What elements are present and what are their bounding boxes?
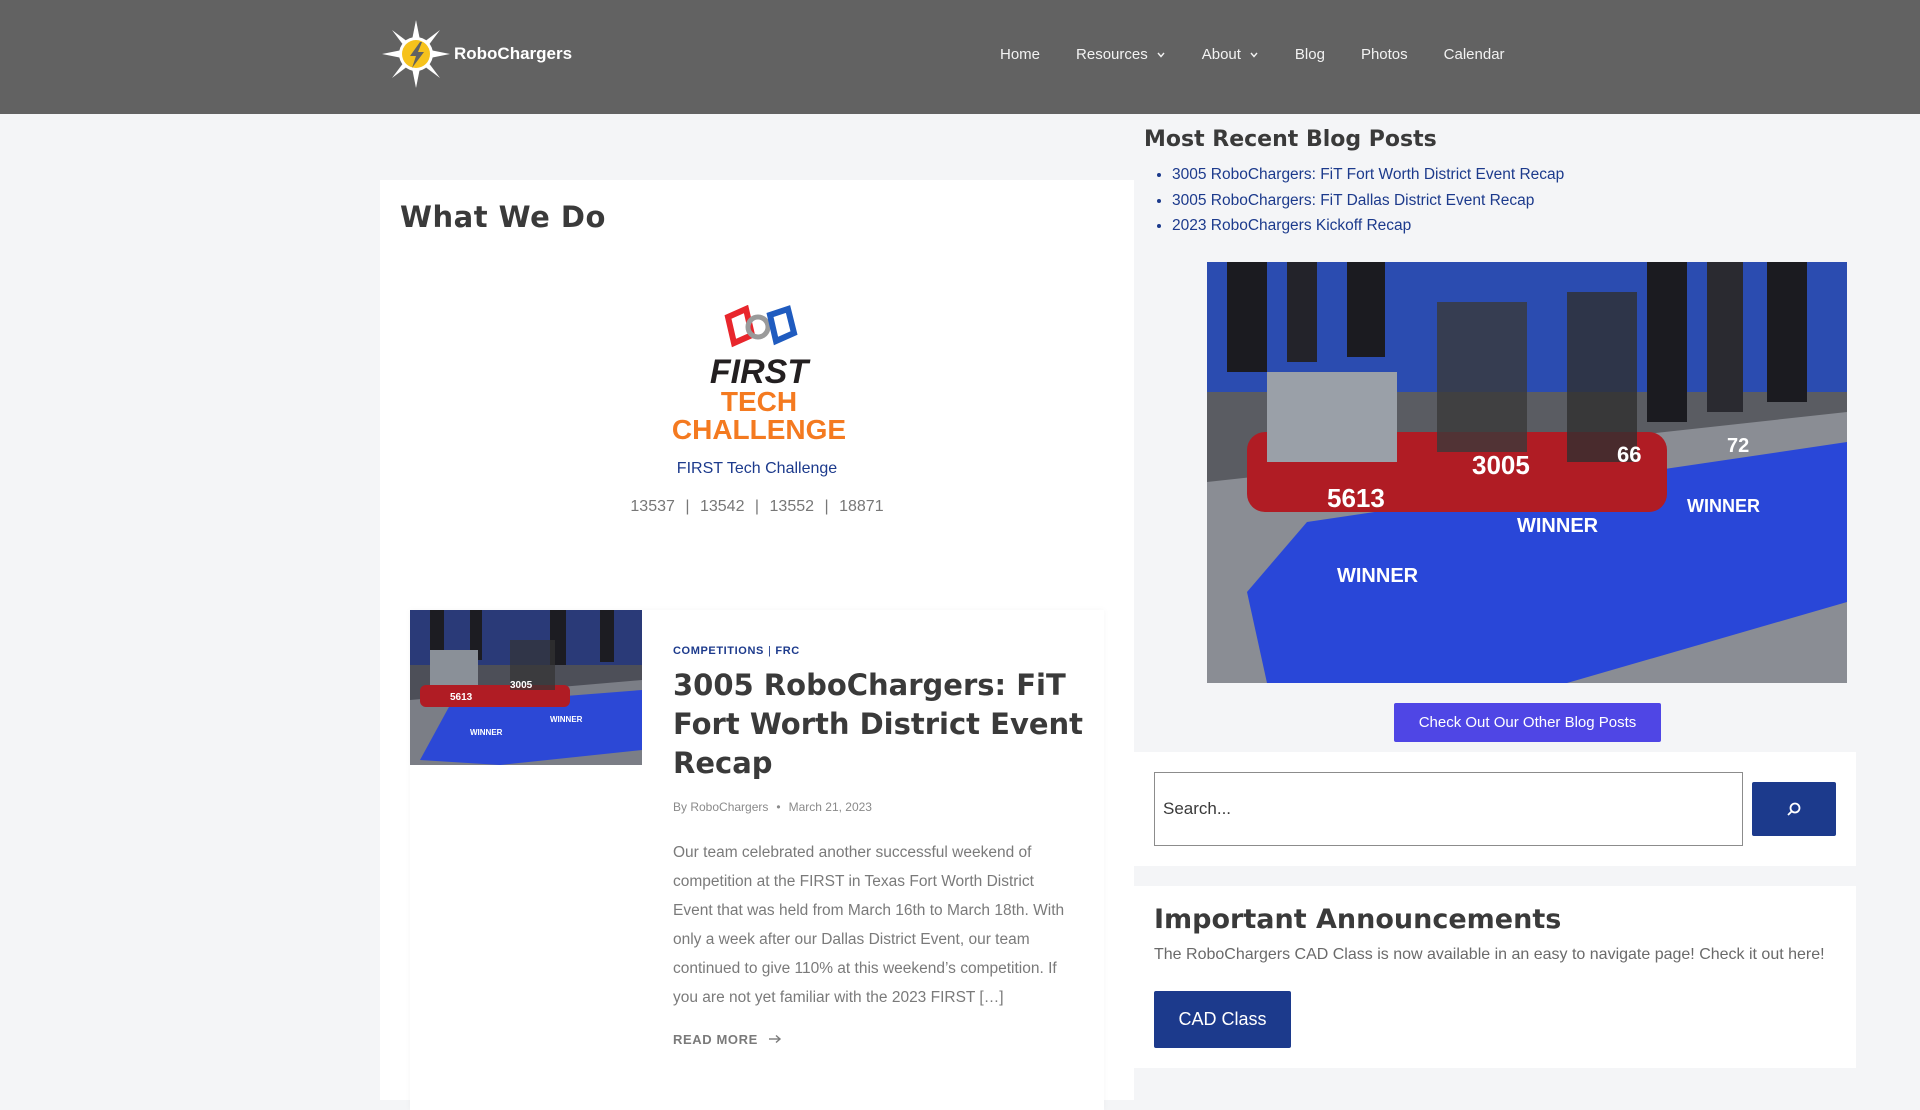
site-logo[interactable]: RoboChargers (380, 18, 572, 90)
svg-text:3005: 3005 (510, 680, 533, 691)
other-blog-posts-button[interactable]: Check Out Our Other Blog Posts (1394, 703, 1661, 742)
team-number: 13542 (699, 498, 745, 515)
svg-text:5613: 5613 (1327, 483, 1385, 513)
recent-post-link[interactable]: 2023 RoboChargers Kickoff Recap (1172, 213, 1564, 239)
team-number: 13537 (630, 498, 675, 515)
post-excerpt: Our team celebrated another successful w… (673, 844, 1065, 1006)
recent-post-link[interactable]: 3005 RoboChargers: FiT Dallas District E… (1172, 188, 1564, 214)
main-content-card: What We Do FIRST TECH CHALLENGE FIRST Te… (380, 180, 1134, 1110)
post-meta: By RoboChargers • March 21, 2023 (673, 800, 872, 814)
ftc-logo-line3: CHALLENGE (672, 414, 846, 445)
category-link[interactable]: COMPETITIONS (673, 645, 764, 657)
announcements-widget: Important Announcements The RoboChargers… (1134, 886, 1856, 1068)
svg-text:WINNER: WINNER (1337, 565, 1419, 587)
post-thumbnail-image[interactable]: 5613 3005 WINNER WINNER (410, 610, 642, 765)
nav-home-label: Home (1000, 46, 1041, 63)
chevron-down-icon (1157, 52, 1165, 58)
post-title-link[interactable]: 3005 RoboChargers: FiT Fort Worth Distri… (673, 666, 1093, 783)
svg-text:72: 72 (1727, 435, 1749, 457)
search-input[interactable]: Search... (1154, 772, 1743, 846)
nav-calendar-label: Calendar (1443, 46, 1505, 63)
team-number: 18871 (839, 498, 884, 515)
nav-about[interactable]: About (1202, 46, 1259, 63)
svg-text:WINNER: WINNER (550, 715, 583, 724)
team-number: 13552 (769, 498, 815, 515)
svg-text:66: 66 (1617, 442, 1641, 467)
svg-text:WINNER: WINNER (470, 728, 503, 737)
ftc-caption-link[interactable]: FIRST Tech Challenge (380, 460, 1134, 478)
page-title: What We Do (400, 200, 606, 234)
recent-posts-heading: Most Recent Blog Posts (1144, 127, 1437, 152)
post-date: March 21, 2023 (788, 800, 872, 814)
search-widget: Search... (1134, 752, 1856, 866)
search-button[interactable] (1752, 782, 1836, 836)
nav-resources[interactable]: Resources (1076, 46, 1166, 63)
category-link[interactable]: FRC (775, 645, 799, 657)
nav-resources-label: Resources (1076, 46, 1148, 63)
nav-blog[interactable]: Blog (1295, 46, 1325, 63)
chevron-down-icon (1250, 52, 1258, 58)
svg-text:WINNER: WINNER (1687, 496, 1760, 516)
post-categories: COMPETITIONS | FRC (673, 645, 800, 657)
cad-class-button[interactable]: CAD Class (1154, 991, 1291, 1048)
recent-posts-list: 3005 RoboChargers: FiT Fort Worth Distri… (1172, 162, 1564, 239)
announcements-heading: Important Announcements (1154, 904, 1562, 935)
blog-post-entry: 5613 3005 WINNER WINNER COMPETITIONS | FRC… (410, 610, 1104, 1110)
brand-name: RoboChargers (454, 44, 573, 63)
team-numbers: 13537 | 13542 | 13552 | 18871 (630, 498, 884, 515)
first-tech-challenge-logo[interactable]: FIRST TECH CHALLENGE (670, 305, 848, 445)
robochargers-logo-icon (382, 20, 450, 88)
arrow-right-icon (769, 1034, 782, 1044)
nav-about-label: About (1201, 46, 1241, 63)
read-more-label: READ MORE (673, 1032, 758, 1047)
nav-home[interactable]: Home (1000, 46, 1040, 63)
nav-calendar[interactable]: Calendar (1444, 46, 1505, 63)
announcements-text: The RoboChargers CAD Class is now availa… (1154, 946, 1825, 963)
ftc-logo-line2: TECH (721, 386, 797, 417)
main-nav: Home Resources About Blog Photos Calenda… (1000, 46, 1541, 63)
site-header: RoboChargers Home Resources About Blog P… (0, 0, 1920, 114)
svg-text:3005: 3005 (1472, 450, 1530, 480)
nav-blog-label: Blog (1294, 46, 1325, 63)
recent-post-photo[interactable]: 5613 3005 66 72 WINNER WINNER WINNER (1207, 262, 1847, 683)
recent-post-link[interactable]: 3005 RoboChargers: FiT Fort Worth Distri… (1172, 162, 1564, 188)
svg-text:5613: 5613 (450, 692, 473, 703)
search-icon (1787, 802, 1801, 816)
svg-text:WINNER: WINNER (1517, 515, 1599, 537)
nav-photos-label: Photos (1360, 46, 1408, 63)
read-more-link[interactable]: READ MORE (673, 1032, 782, 1047)
nav-photos[interactable]: Photos (1361, 46, 1408, 63)
post-author[interactable]: By RoboChargers (673, 800, 768, 814)
